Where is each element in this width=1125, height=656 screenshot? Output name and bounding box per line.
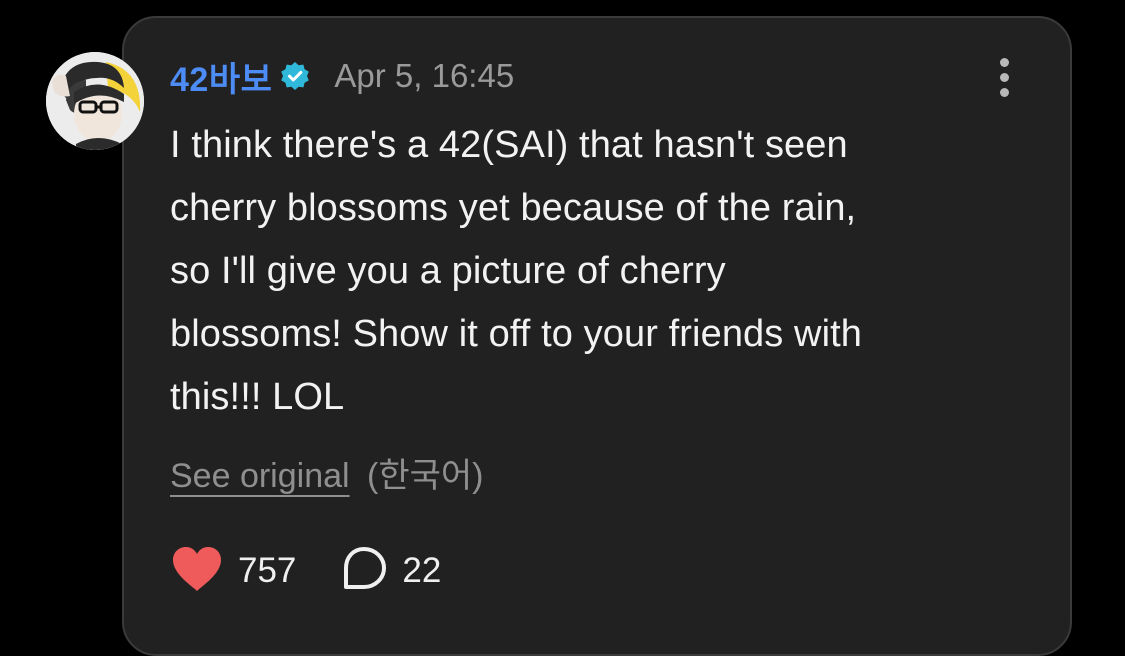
avatar[interactable] bbox=[46, 52, 144, 150]
comment-count: 22 bbox=[402, 551, 442, 590]
see-original-link[interactable]: See original bbox=[170, 457, 350, 495]
username[interactable]: 42바보 bbox=[170, 52, 272, 101]
comment-button[interactable]: 22 bbox=[340, 545, 441, 598]
post-body-line: so I'll give you a picture of cherry bbox=[170, 250, 726, 292]
comment-bubble-icon bbox=[340, 545, 388, 598]
verified-badge-icon bbox=[280, 61, 310, 91]
post-body: I think there's a 42(SAI) that hasn't se… bbox=[170, 114, 1050, 429]
original-language: (한국어) bbox=[367, 457, 484, 495]
timestamp: Apr 5, 16:45 bbox=[334, 57, 515, 94]
like-button[interactable]: 757 bbox=[170, 545, 296, 598]
avatar-image bbox=[46, 52, 144, 150]
post-body-line: cherry blossoms yet because of the rain, bbox=[170, 187, 857, 229]
post-body-line: I think there's a 42(SAI) that hasn't se… bbox=[170, 124, 848, 166]
translation-row: See original (한국어) bbox=[170, 448, 484, 497]
post-body-line: this!!! LOL bbox=[170, 376, 345, 418]
post-header: 42바보 Apr 5, 16:45 bbox=[170, 52, 514, 100]
more-vertical-icon[interactable] bbox=[986, 56, 1022, 100]
post-body-line: blossoms! Show it off to your friends wi… bbox=[170, 313, 863, 355]
like-count: 757 bbox=[238, 551, 297, 590]
heart-icon bbox=[170, 545, 224, 598]
action-bar: 757 22 bbox=[170, 546, 441, 596]
